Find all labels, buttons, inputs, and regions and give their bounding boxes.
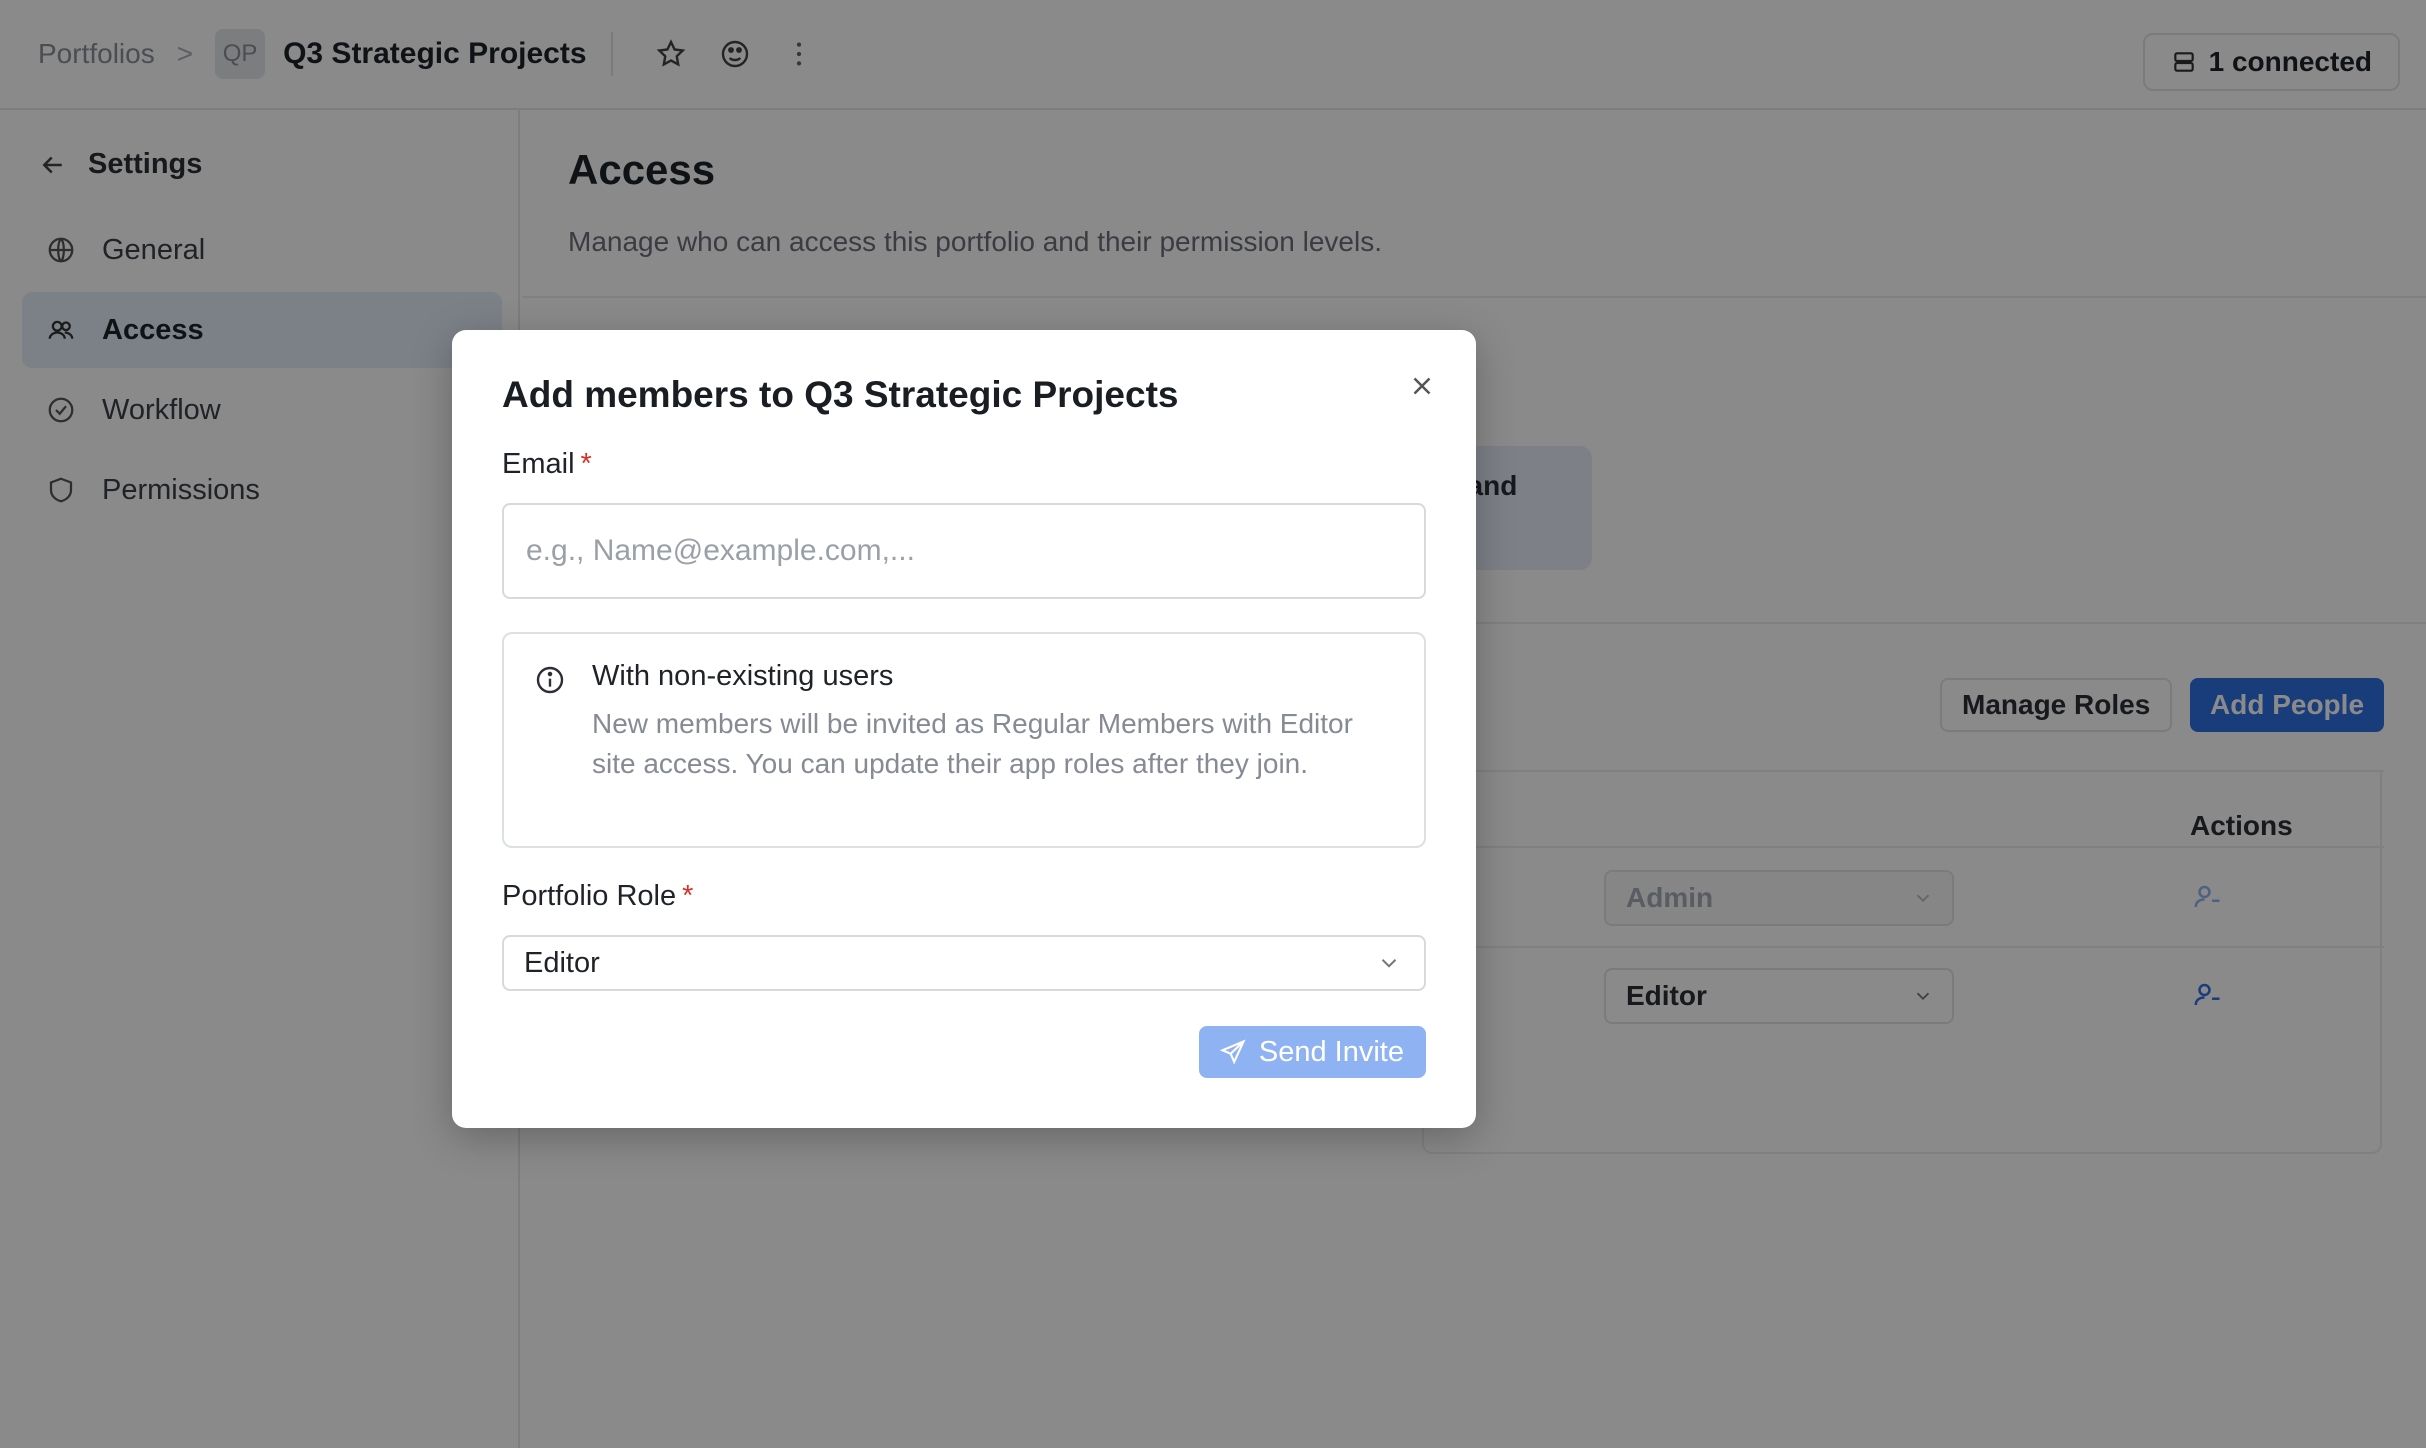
notice-title: With non-existing users (592, 660, 894, 692)
notice-body: New members will be invited as Regular M… (592, 708, 1353, 779)
send-invite-label: Send Invite (1258, 1035, 1404, 1068)
portfolio-role-value: Editor (524, 946, 600, 979)
email-input[interactable] (502, 503, 1426, 599)
chevron-down-icon (1381, 959, 1397, 968)
send-icon (1219, 1039, 1246, 1065)
add-members-dialog: Add members to Q3 Strategic Projects Ema… (452, 330, 1476, 1128)
info-icon (536, 666, 564, 694)
close-button[interactable] (1398, 362, 1446, 410)
portfolio-role-label-text: Portfolio Role (502, 880, 677, 912)
portfolio-role-label: Portfolio Role * (502, 880, 693, 913)
email-label-text: Email (502, 448, 575, 480)
info-notice: With non-existing users New members will… (502, 632, 1426, 848)
email-label: Email * (502, 448, 592, 481)
dialog-title: Add members to Q3 Strategic Projects (502, 374, 1179, 415)
required-mark: * (580, 448, 592, 480)
required-mark: * (682, 880, 694, 912)
send-invite-button[interactable]: Send Invite (1198, 1026, 1426, 1078)
close-icon (1413, 377, 1431, 395)
portfolio-role-select[interactable]: Editor (502, 935, 1426, 991)
